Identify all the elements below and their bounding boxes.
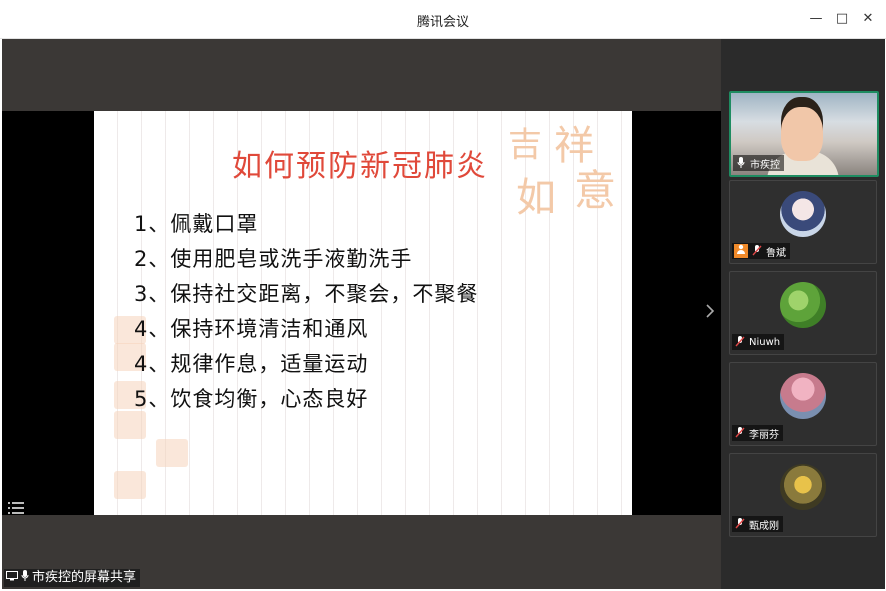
participant-namebar: 市疾控: [733, 155, 784, 171]
chevron-right-icon[interactable]: [705, 303, 719, 323]
mic-icon: [21, 569, 29, 587]
list-item: 5、饮食均衡，心态良好: [134, 387, 369, 411]
mic-muted-icon: [734, 518, 746, 530]
mic-muted-icon: [751, 245, 763, 257]
participant-tile[interactable]: 李丽芬: [729, 362, 877, 446]
participant-namebar: 鲁斌: [732, 243, 790, 259]
participant-tile[interactable]: 市疾控: [729, 91, 879, 177]
avatar: [780, 373, 826, 419]
decorative-stamp: [156, 439, 188, 467]
participant-name: 甄成刚: [749, 520, 779, 532]
decorative-stamp: [114, 471, 146, 499]
list-item: 3、保持社交距离，不聚会，不聚餐: [134, 282, 479, 306]
minimize-button[interactable]: —: [806, 9, 826, 29]
mic-muted-icon: [734, 336, 746, 348]
slide-title: 如何预防新冠肺炎: [232, 149, 488, 184]
participant-namebar: 李丽芬: [732, 425, 783, 441]
seal-char: 吉: [508, 125, 542, 165]
participant-name: 李丽芬: [749, 429, 779, 441]
participant-tile[interactable]: 甄成刚: [729, 453, 877, 537]
participant-name: 鲁斌: [766, 247, 786, 259]
decorative-calligraphy: 吉 祥 如 意: [504, 111, 632, 221]
list-item: 4、保持环境清洁和通风: [134, 317, 369, 341]
list-icon[interactable]: [8, 501, 30, 521]
close-button[interactable]: ✕: [858, 9, 878, 29]
host-badge-icon: [734, 244, 748, 258]
avatar: [780, 464, 826, 510]
presentation-slide: 吉 祥 如 意 如何预防新冠肺炎 1、佩戴口罩 2、使用肥皂或洗手液勤洗手 3、…: [94, 111, 632, 515]
title-bar: 腾讯会议 — □ ✕: [0, 0, 886, 39]
mic-muted-icon: [734, 427, 746, 439]
window-title: 腾讯会议: [416, 15, 469, 30]
list-item: 1、佩戴口罩: [134, 212, 259, 236]
list-item: 2、使用肥皂或洗手液勤洗手: [134, 247, 413, 271]
shared-screen-area[interactable]: 吉 祥 如 意 如何预防新冠肺炎 1、佩戴口罩 2、使用肥皂或洗手液勤洗手 3、…: [2, 39, 721, 589]
video-person-face: [781, 107, 823, 161]
participant-tile[interactable]: 鲁斌: [729, 180, 877, 264]
participants-panel: 市疾控 鲁斌 Niuwh 李丽芬 甄成刚: [721, 39, 885, 589]
participant-tile[interactable]: Niuwh: [729, 271, 877, 355]
avatar: [780, 282, 826, 328]
list-item: 4、规律作息，适量运动: [134, 352, 369, 376]
screen-share-icon: [6, 569, 18, 587]
mic-icon: [735, 157, 747, 169]
seal-char: 如: [516, 175, 556, 221]
participant-namebar: Niuwh: [732, 334, 785, 350]
seal-char: 意: [574, 166, 617, 215]
screen-share-label: 市疾控的屏幕共享: [4, 569, 141, 587]
slide-viewport: 吉 祥 如 意 如何预防新冠肺炎 1、佩戴口罩 2、使用肥皂或洗手液勤洗手 3、…: [2, 111, 721, 515]
slide-bullet-list: 1、佩戴口罩 2、使用肥皂或洗手液勤洗手 3、保持社交距离，不聚会，不聚餐 4、…: [134, 207, 478, 417]
participant-namebar: 甄成刚: [732, 516, 783, 532]
participant-name: 市疾控: [750, 159, 780, 171]
avatar: [780, 191, 826, 237]
screen-share-text: 市疾控的屏幕共享: [32, 570, 137, 585]
participant-name: Niuwh: [749, 336, 781, 348]
maximize-button[interactable]: □: [832, 9, 852, 29]
